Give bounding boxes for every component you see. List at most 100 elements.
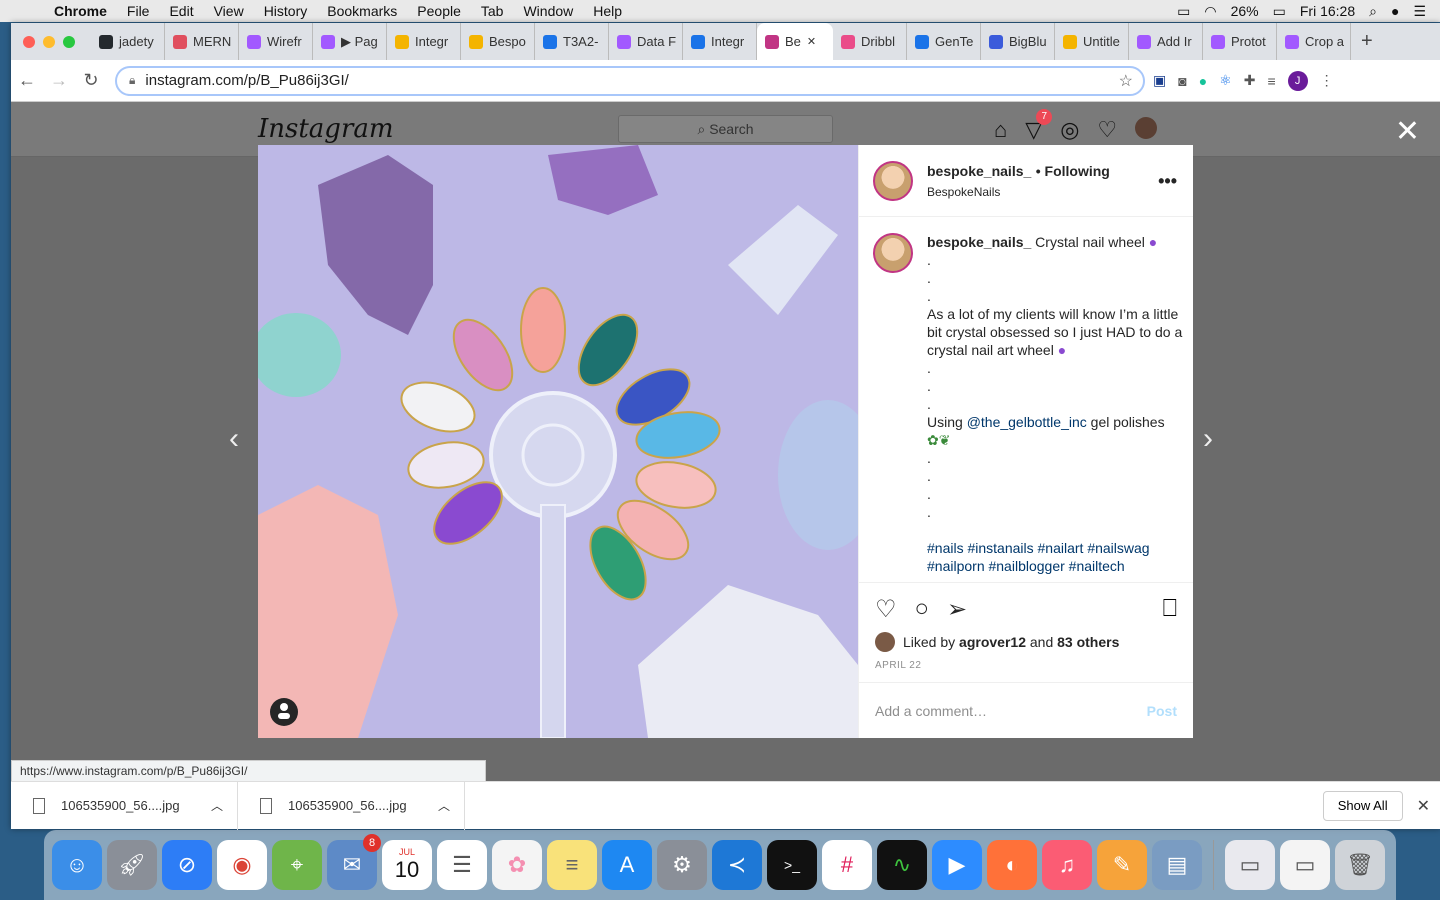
comment-input[interactable]: Add a comment… [875, 703, 987, 719]
profile-avatar[interactable] [1135, 117, 1158, 139]
activity-heart-icon[interactable]: ♡ [1097, 117, 1117, 143]
system-preferences-icon[interactable]: ⚙︎ [657, 840, 707, 890]
download-item[interactable]: 106535900_56....jpg ︿ [11, 781, 238, 830]
menu-app-name[interactable]: Chrome [54, 3, 107, 19]
browser-tab[interactable]: Integr [683, 23, 757, 60]
safari-icon[interactable]: ⊘ [162, 840, 212, 890]
grammarly-extension-icon[interactable]: ● [1199, 73, 1207, 89]
menu-help[interactable]: Help [593, 3, 622, 19]
browser-tab[interactable]: Integr [387, 23, 461, 60]
app-store-icon[interactable]: A [602, 840, 652, 890]
minimized-window-icon[interactable]: ▭ [1280, 840, 1330, 890]
menu-bookmarks[interactable]: Bookmarks [327, 3, 397, 19]
close-window-button[interactable] [23, 35, 35, 48]
back-arrow-icon[interactable]: ← [11, 70, 43, 91]
browser-tab[interactable]: Crop a [1277, 23, 1351, 60]
browser-tab[interactable]: GenTe [907, 23, 981, 60]
zoom-window-button[interactable] [63, 35, 75, 48]
lock-icon[interactable]: 🔒︎ [129, 73, 135, 88]
previous-post-arrow-icon[interactable]: ‹ [229, 422, 239, 456]
browser-tab[interactable]: MERN [165, 23, 239, 60]
menu-window[interactable]: Window [523, 3, 573, 19]
chrome-menu-icon[interactable]: ⋮ [1320, 72, 1334, 89]
minimized-window-icon[interactable]: ▭ [1225, 840, 1275, 890]
hashtags-line-2[interactable]: #nailporn #nailblogger #nailtech [927, 557, 1183, 575]
media-control-icon[interactable]: ≡ [1267, 73, 1275, 89]
browser-tab[interactable]: Add Ir [1129, 23, 1203, 60]
photos-icon[interactable]: ✿ [492, 840, 542, 890]
download-filename[interactable]: 106535900_56....jpg [61, 798, 180, 813]
camera-extension-icon[interactable]: ◙ [1178, 73, 1186, 89]
slack-icon[interactable]: # [822, 840, 872, 890]
caption-username[interactable]: bespoke_nails_ [927, 234, 1031, 250]
minimize-window-button[interactable] [43, 35, 55, 48]
home-icon[interactable]: ⌂ [994, 117, 1007, 143]
notes-icon[interactable]: ≡ [547, 840, 597, 890]
liked-user[interactable]: agrover12 [959, 634, 1026, 650]
download-filename[interactable]: 106535900_56....jpg [288, 798, 407, 813]
chrome-icon[interactable]: ◉ [217, 840, 267, 890]
activity-monitor-icon[interactable]: ∿ [877, 840, 927, 890]
menu-people[interactable]: People [417, 3, 461, 19]
preview-icon[interactable]: ▤ [1152, 840, 1202, 890]
reminders-icon[interactable]: ☰ [437, 840, 487, 890]
author-username[interactable]: bespoke_nails_ [927, 163, 1031, 179]
post-date[interactable]: APRIL 22 [875, 660, 1177, 671]
browser-tab[interactable]: BigBlu [981, 23, 1055, 60]
close-modal-icon[interactable]: ✕ [1395, 114, 1420, 149]
author-avatar[interactable] [873, 160, 913, 201]
comment-bubble-icon[interactable]: ○ [915, 595, 930, 624]
browser-tab[interactable]: ▶ Pag [313, 23, 387, 60]
vscode-icon[interactable]: ≺ [712, 840, 762, 890]
reload-icon[interactable]: ↻ [75, 70, 107, 91]
forward-arrow-icon[interactable]: → [43, 70, 75, 91]
battery-percent[interactable]: 26% [1231, 3, 1259, 19]
mention-link[interactable]: @the_gelbottle_inc [967, 414, 1087, 430]
terminal-icon[interactable]: >_ [767, 840, 817, 890]
menu-tab[interactable]: Tab [481, 3, 504, 19]
save-bookmark-icon[interactable]: ⎕ [1163, 595, 1177, 623]
reading-list-extension-icon[interactable]: ▣ [1153, 72, 1166, 89]
address-bar[interactable]: 🔒︎ instagram.com/p/B_Pu86ij3GI/ ☆ [115, 65, 1145, 96]
mail-icon[interactable]: ✉ 8 [327, 834, 381, 890]
menu-file[interactable]: File [127, 3, 150, 19]
music-icon[interactable]: ♫ [1042, 840, 1092, 890]
browser-tab[interactable]: T3A2- [535, 23, 609, 60]
puzzle-extensions-icon[interactable]: ✚ [1244, 72, 1256, 89]
zoom-icon[interactable]: ▶ [932, 840, 982, 890]
notification-center-icon[interactable]: ☰ [1413, 3, 1426, 20]
browser-tab[interactable]: jadety [91, 23, 165, 60]
wifi-icon[interactable]: ◠ [1204, 3, 1216, 20]
browser-tab[interactable]: Bespo [461, 23, 535, 60]
trash-icon[interactable]: 🗑︎ [1335, 840, 1385, 890]
caption-avatar[interactable] [873, 233, 913, 273]
maps-icon[interactable]: ⌖ [272, 840, 322, 890]
browser-tab[interactable]: Wirefr [239, 23, 313, 60]
address-url[interactable]: instagram.com/p/B_Pu86ij3GI/ [145, 72, 348, 89]
following-label[interactable]: • Following [1036, 163, 1110, 179]
like-heart-icon[interactable]: ♡ [875, 595, 897, 624]
finder-icon[interactable]: ☺ [52, 840, 102, 890]
hashtags-line-1[interactable]: #nails #instanails #nailart #nailswag [927, 539, 1183, 557]
post-location[interactable]: BespokeNails [927, 185, 1110, 199]
chevron-up-icon[interactable]: ︿ [438, 797, 450, 814]
profile-avatar-icon[interactable]: J [1287, 70, 1308, 91]
instagram-search[interactable]: ⌕ Search [618, 115, 833, 143]
show-all-downloads-button[interactable]: Show All [1322, 790, 1403, 821]
chevron-up-icon[interactable]: ︿ [211, 797, 223, 814]
browser-tab[interactable]: Untitle [1055, 23, 1129, 60]
menu-history[interactable]: History [264, 3, 308, 19]
next-post-arrow-icon[interactable]: › [1203, 422, 1213, 456]
react-devtools-icon[interactable]: ⚛︎ [1219, 72, 1232, 89]
browser-tab[interactable]: Protot [1203, 23, 1277, 60]
new-tab-icon[interactable]: + [1361, 30, 1373, 53]
bookmark-star-icon[interactable]: ☆ [1119, 71, 1133, 91]
instagram-logo[interactable]: Instagram [258, 114, 394, 144]
firefox-icon[interactable]: ◐ [987, 840, 1037, 890]
spotlight-icon[interactable]: ⌕ [1369, 3, 1377, 20]
siri-icon[interactable]: ● [1391, 3, 1399, 19]
airplay-icon[interactable]: ▭ [1177, 3, 1190, 20]
browser-tab[interactable]: Be ✕ [757, 23, 833, 60]
post-photo[interactable] [258, 145, 858, 738]
direct-icon[interactable]: ▽ 7 [1025, 109, 1053, 143]
